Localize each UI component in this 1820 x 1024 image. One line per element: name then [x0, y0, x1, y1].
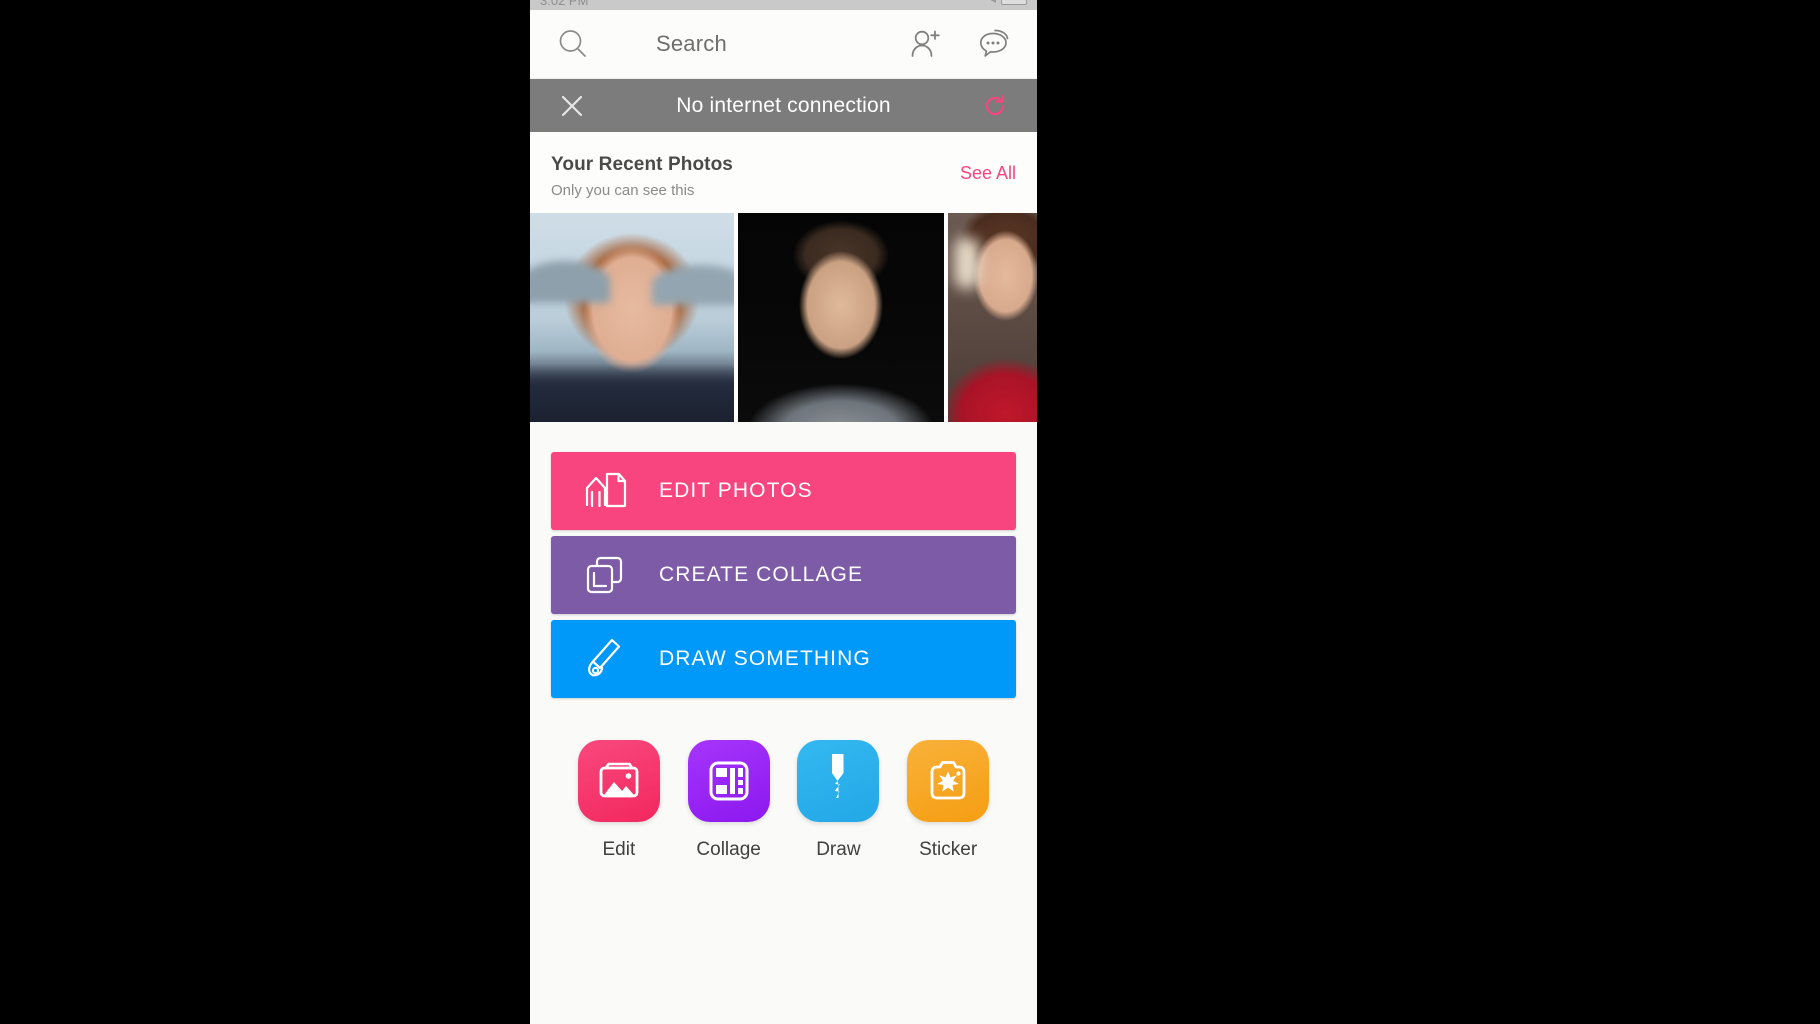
- primary-actions: EDIT PHOTOS CREATE COLLAGE DRAW SOMETHIN…: [530, 422, 1037, 698]
- recent-photos-title: Your Recent Photos: [551, 154, 733, 175]
- image-frame-icon: [592, 754, 646, 808]
- signal-icon: ◂: [990, 0, 996, 6]
- header-actions: [909, 28, 1011, 60]
- offline-banner-text: No internet connection: [676, 93, 891, 117]
- chat-bubble-icon[interactable]: [977, 28, 1011, 60]
- tile-draw[interactable]: Draw: [797, 740, 880, 861]
- tile-draw-square[interactable]: [797, 740, 880, 822]
- see-all-link[interactable]: See All: [960, 154, 1016, 184]
- photo-image: [530, 213, 734, 422]
- photo-thumbnail-woman-auburn-hair[interactable]: [530, 213, 734, 422]
- close-icon[interactable]: [552, 93, 592, 119]
- draw-something-button[interactable]: DRAW SOMETHING: [551, 620, 1016, 698]
- recent-photos-subtitle: Only you can see this: [551, 182, 695, 199]
- phone-viewport: 3:02 PM ◂ Search No internet connection …: [530, 0, 1037, 1024]
- recent-photos-titles: Your Recent Photos Only you can see this: [551, 154, 733, 199]
- status-indicators: ◂: [990, 0, 1027, 6]
- draw-something-label: DRAW SOMETHING: [659, 647, 871, 670]
- refresh-icon[interactable]: [975, 92, 1015, 120]
- recent-photos-strip[interactable]: [530, 213, 1037, 422]
- photo-thumbnail-woman-red-top[interactable]: [948, 213, 1037, 422]
- search-icon[interactable]: [550, 27, 596, 61]
- tile-draw-label: Draw: [816, 839, 861, 860]
- tile-edit-square[interactable]: [577, 740, 660, 822]
- search-header: Search: [530, 10, 1037, 79]
- edit-photos-label: EDIT PHOTOS: [659, 479, 813, 502]
- recent-photos-header: Your Recent Photos Only you can see this…: [530, 132, 1037, 213]
- photo-thumbnail-man-dark-background[interactable]: [738, 213, 944, 422]
- background-hill: [530, 261, 610, 303]
- grid-layout-icon: [702, 754, 756, 808]
- edit-photos-icon: [551, 470, 659, 512]
- quick-tiles: Edit Collage Draw Sticker: [530, 704, 1037, 861]
- status-bar: 3:02 PM ◂: [530, 0, 1037, 10]
- tile-edit[interactable]: Edit: [577, 740, 660, 861]
- status-time: 3:02 PM: [540, 0, 589, 8]
- tile-sticker[interactable]: Sticker: [907, 740, 990, 861]
- tile-edit-label: Edit: [602, 839, 636, 860]
- tile-sticker-label: Sticker: [919, 839, 978, 860]
- marker-pen-icon: [811, 754, 865, 808]
- photo-image: [738, 213, 944, 422]
- tile-sticker-square[interactable]: [907, 740, 990, 822]
- tile-collage-square[interactable]: [687, 740, 770, 822]
- photo-image: [948, 213, 1037, 422]
- background-hill: [652, 265, 734, 305]
- tile-collage-label: Collage: [696, 839, 761, 860]
- create-collage-button[interactable]: CREATE COLLAGE: [551, 536, 1016, 614]
- create-collage-label: CREATE COLLAGE: [659, 563, 864, 586]
- search-input[interactable]: Search: [656, 31, 909, 57]
- background-bokeh: [954, 237, 980, 289]
- edit-photos-button[interactable]: EDIT PHOTOS: [551, 452, 1016, 530]
- offline-banner: No internet connection: [530, 79, 1037, 132]
- screen-root: 3:02 PM ◂ Search No internet connection …: [0, 0, 1820, 1024]
- tile-collage[interactable]: Collage: [687, 740, 770, 861]
- collage-layers-icon: [551, 554, 659, 596]
- paintbrush-icon: [551, 637, 659, 681]
- add-person-icon[interactable]: [909, 28, 943, 60]
- camera-sparkle-icon: [921, 754, 975, 808]
- battery-icon: [1001, 0, 1027, 5]
